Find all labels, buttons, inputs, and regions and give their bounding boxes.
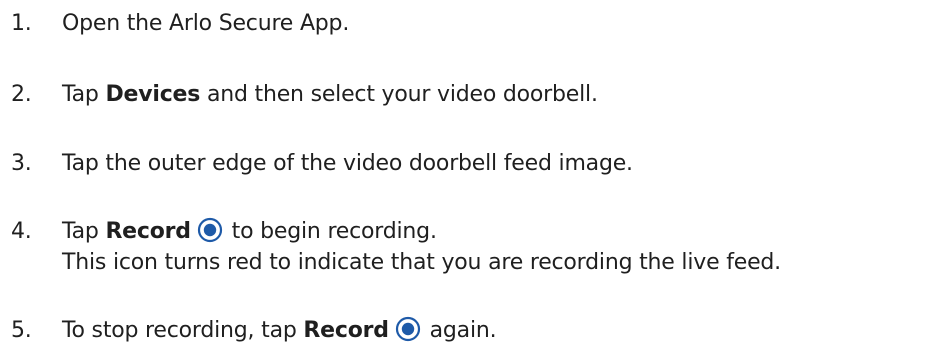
step-number: 3. <box>11 151 32 176</box>
list-item: 5. To stop recording, tap Record again. <box>0 315 931 346</box>
ui-term-devices: Devices <box>105 82 201 107</box>
step-text: Tap the outer edge of the video doorbell… <box>62 148 931 179</box>
step-number: 4. <box>11 219 32 244</box>
list-item: 4. Tap Record to begin recording. This i… <box>0 216 931 278</box>
list-item: 2. Tap Devices and then select your vide… <box>0 79 931 110</box>
step-line: Open the Arlo Secure App. <box>62 11 350 36</box>
ui-term-record: Record <box>303 318 389 343</box>
step-text-before: Tap <box>62 219 106 244</box>
step-text-before: Tap <box>62 82 106 107</box>
step-text-after: to begin recording. <box>224 219 437 244</box>
step-text: Open the Arlo Secure App. <box>62 8 931 39</box>
list-item: 3. Tap the outer edge of the video doorb… <box>0 148 931 179</box>
step-note: This icon turns red to indicate that you… <box>62 250 781 275</box>
list-item: 1. Open the Arlo Secure App. <box>0 8 931 39</box>
step-text: To stop recording, tap Record again. <box>62 315 931 346</box>
step-number: 5. <box>11 318 32 343</box>
step-text-before: To stop recording, tap <box>62 318 304 343</box>
step-text: Tap Devices and then select your video d… <box>62 79 931 110</box>
record-icon <box>197 217 223 243</box>
step-text-after: again. <box>422 318 497 343</box>
step-text: Tap Record to begin recording. This icon… <box>62 216 931 278</box>
step-line: Tap the outer edge of the video doorbell… <box>62 151 633 176</box>
step-number: 1. <box>11 11 32 36</box>
step-line: To stop recording, tap Record again. <box>62 315 931 346</box>
step-text-after: and then select your video doorbell. <box>200 82 598 107</box>
ui-term-record: Record <box>105 219 191 244</box>
instruction-list: 1. Open the Arlo Secure App. 2. Tap Devi… <box>0 0 931 362</box>
step-number: 2. <box>11 82 32 107</box>
step-line: Tap Record to begin recording. <box>62 216 931 247</box>
record-icon <box>395 316 421 342</box>
step-line: Tap Devices and then select your video d… <box>62 79 931 110</box>
